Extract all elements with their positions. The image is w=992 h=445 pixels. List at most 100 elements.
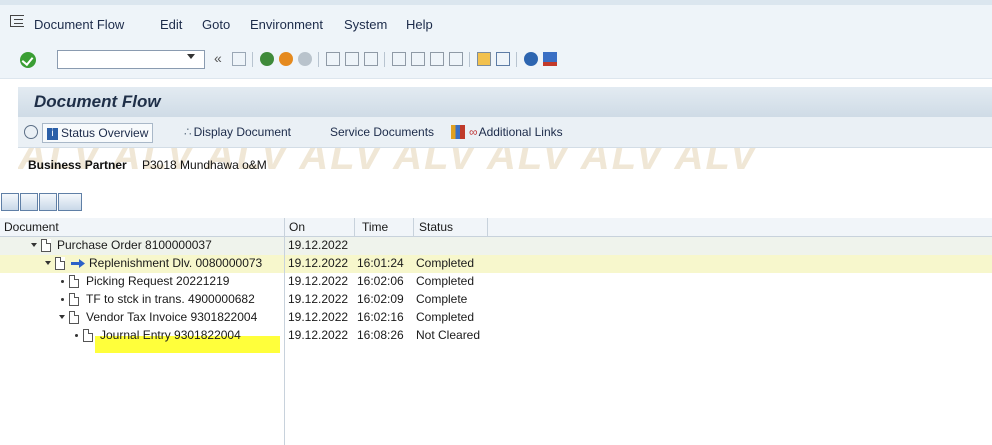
column-divider	[284, 236, 285, 445]
page-title: Document Flow	[34, 92, 161, 111]
cancel-icon[interactable]	[298, 52, 312, 66]
status-overview-button[interactable]: i Status Overview	[42, 123, 154, 143]
chevron-down-icon[interactable]	[187, 54, 195, 59]
previous-page-icon[interactable]	[411, 52, 425, 66]
row-time: 16:01:24	[357, 256, 404, 270]
business-partner-value: P3018 Mundhawa o&M	[142, 158, 267, 172]
toolbar-divider	[469, 52, 470, 67]
table-row[interactable]: TF to stck in trans. 4900000682 19.12.20…	[0, 291, 992, 309]
menu-environment[interactable]: Environment	[250, 17, 323, 32]
application-toolbar: i Status Overview ∴ Display Document Servi…	[18, 117, 992, 148]
row-document: Picking Request 20221219	[86, 274, 230, 288]
standard-toolbar: «	[0, 40, 992, 79]
shortcut-icon[interactable]	[496, 52, 510, 66]
back-icon[interactable]	[260, 52, 274, 66]
display-document-button[interactable]: ∴ Display Document	[184, 123, 291, 141]
document-icon	[41, 239, 51, 252]
first-page-icon[interactable]	[392, 52, 406, 66]
column-divider	[487, 218, 488, 236]
row-document: Journal Entry 9301822004	[100, 328, 241, 342]
table-row[interactable]: Picking Request 20221219 19.12.2022 16:0…	[0, 273, 992, 291]
link-icon: ∞	[469, 125, 478, 139]
chevron-down-icon[interactable]	[31, 243, 37, 247]
column-on[interactable]: On	[289, 220, 305, 234]
print-icon[interactable]	[326, 52, 340, 66]
create-session-icon[interactable]	[477, 52, 491, 66]
printer-icon[interactable]	[58, 193, 82, 211]
chevron-down-icon[interactable]	[45, 261, 51, 265]
chevron-down-icon[interactable]	[59, 315, 65, 319]
row-date: 19.12.2022	[288, 256, 349, 270]
row-date: 19.12.2022	[288, 238, 349, 252]
row-status: Completed	[416, 310, 475, 324]
menu-goto[interactable]: Goto	[202, 17, 230, 32]
enter-check-icon[interactable]	[20, 52, 36, 68]
table-row[interactable]: Purchase Order 8100000037 19.12.2022	[0, 237, 992, 255]
document-flow-tree: Document On Time Status Purchase Order 8…	[0, 218, 992, 445]
command-field[interactable]	[57, 50, 205, 69]
row-document: TF to stck in trans. 4900000682	[86, 292, 255, 306]
tree-toolbar	[0, 190, 992, 216]
row-status: Complete	[416, 292, 468, 306]
document-icon	[69, 311, 79, 324]
table-row[interactable]: Replenishment Dlv. 0080000073 19.12.2022…	[0, 255, 992, 273]
magnifier-icon[interactable]	[24, 125, 38, 139]
column-divider	[284, 218, 285, 236]
collapse-all-icon[interactable]	[20, 193, 38, 211]
header-area: ALV ALV ALV ALV ALV ALV ALV ALV Business…	[18, 148, 992, 184]
row-date: 19.12.2022	[288, 328, 349, 342]
binoculars-icon[interactable]	[39, 193, 57, 211]
tree-leaf-bullet	[75, 334, 78, 337]
document-icon	[69, 293, 79, 306]
help-icon[interactable]	[524, 52, 538, 66]
exit-icon[interactable]	[279, 52, 293, 66]
column-divider	[413, 218, 414, 236]
expand-all-icon[interactable]	[1, 193, 19, 211]
layout-menu-icon[interactable]	[543, 52, 557, 66]
column-time[interactable]: Time	[362, 220, 388, 234]
row-status: Not Cleared	[416, 328, 481, 342]
column-status[interactable]: Status	[419, 220, 453, 234]
document-icon	[83, 329, 93, 342]
save-icon[interactable]	[232, 52, 246, 66]
service-documents-button[interactable]: Service Documents	[330, 123, 434, 141]
row-document: Purchase Order 8100000037	[57, 238, 212, 252]
row-time: 16:02:06	[357, 274, 404, 288]
row-time: 16:08:26	[357, 328, 404, 342]
find-icon[interactable]	[345, 52, 359, 66]
alv-watermark: ALV ALV ALV ALV ALV ALV ALV ALV	[18, 148, 759, 178]
column-document[interactable]: Document	[4, 220, 59, 234]
column-header-row: Document On Time Status	[0, 218, 992, 237]
window-menu-icon[interactable]	[10, 15, 24, 27]
current-document-arrow-icon	[71, 259, 85, 268]
additional-links-button[interactable]: ∞Additional Links	[469, 123, 563, 141]
row-status: Completed	[416, 274, 475, 288]
info-icon: i	[47, 127, 58, 140]
row-time: 16:02:09	[357, 292, 404, 306]
chart-icon[interactable]	[451, 125, 465, 139]
menu-help[interactable]: Help	[406, 17, 433, 32]
title-bar: Document Flow	[18, 87, 992, 118]
table-row[interactable]: Vendor Tax Invoice 9301822004 19.12.2022…	[0, 309, 992, 327]
next-page-icon[interactable]	[430, 52, 444, 66]
toolbar-divider	[384, 52, 385, 67]
menu-edit[interactable]: Edit	[160, 17, 182, 32]
menu-system[interactable]: System	[344, 17, 387, 32]
last-page-icon[interactable]	[449, 52, 463, 66]
collapse-toolbar-icon[interactable]: «	[214, 50, 222, 66]
toolbar-divider	[318, 52, 319, 67]
row-document: Vendor Tax Invoice 9301822004	[86, 310, 258, 324]
menu-document-flow[interactable]: Document Flow	[34, 17, 124, 32]
document-icon	[55, 257, 65, 270]
row-date: 19.12.2022	[288, 310, 349, 324]
glasses-icon: ∴	[184, 125, 192, 139]
toolbar-divider	[252, 52, 253, 67]
document-icon	[69, 275, 79, 288]
table-row[interactable]: Journal Entry 9301822004 19.12.2022 16:0…	[0, 327, 992, 345]
row-status: Completed	[416, 256, 475, 270]
row-date: 19.12.2022	[288, 292, 349, 306]
tree-leaf-bullet	[61, 298, 64, 301]
find-next-icon[interactable]	[364, 52, 378, 66]
menu-bar: Document Flow Edit Goto Environment Syst…	[0, 0, 992, 40]
column-divider	[354, 218, 355, 236]
